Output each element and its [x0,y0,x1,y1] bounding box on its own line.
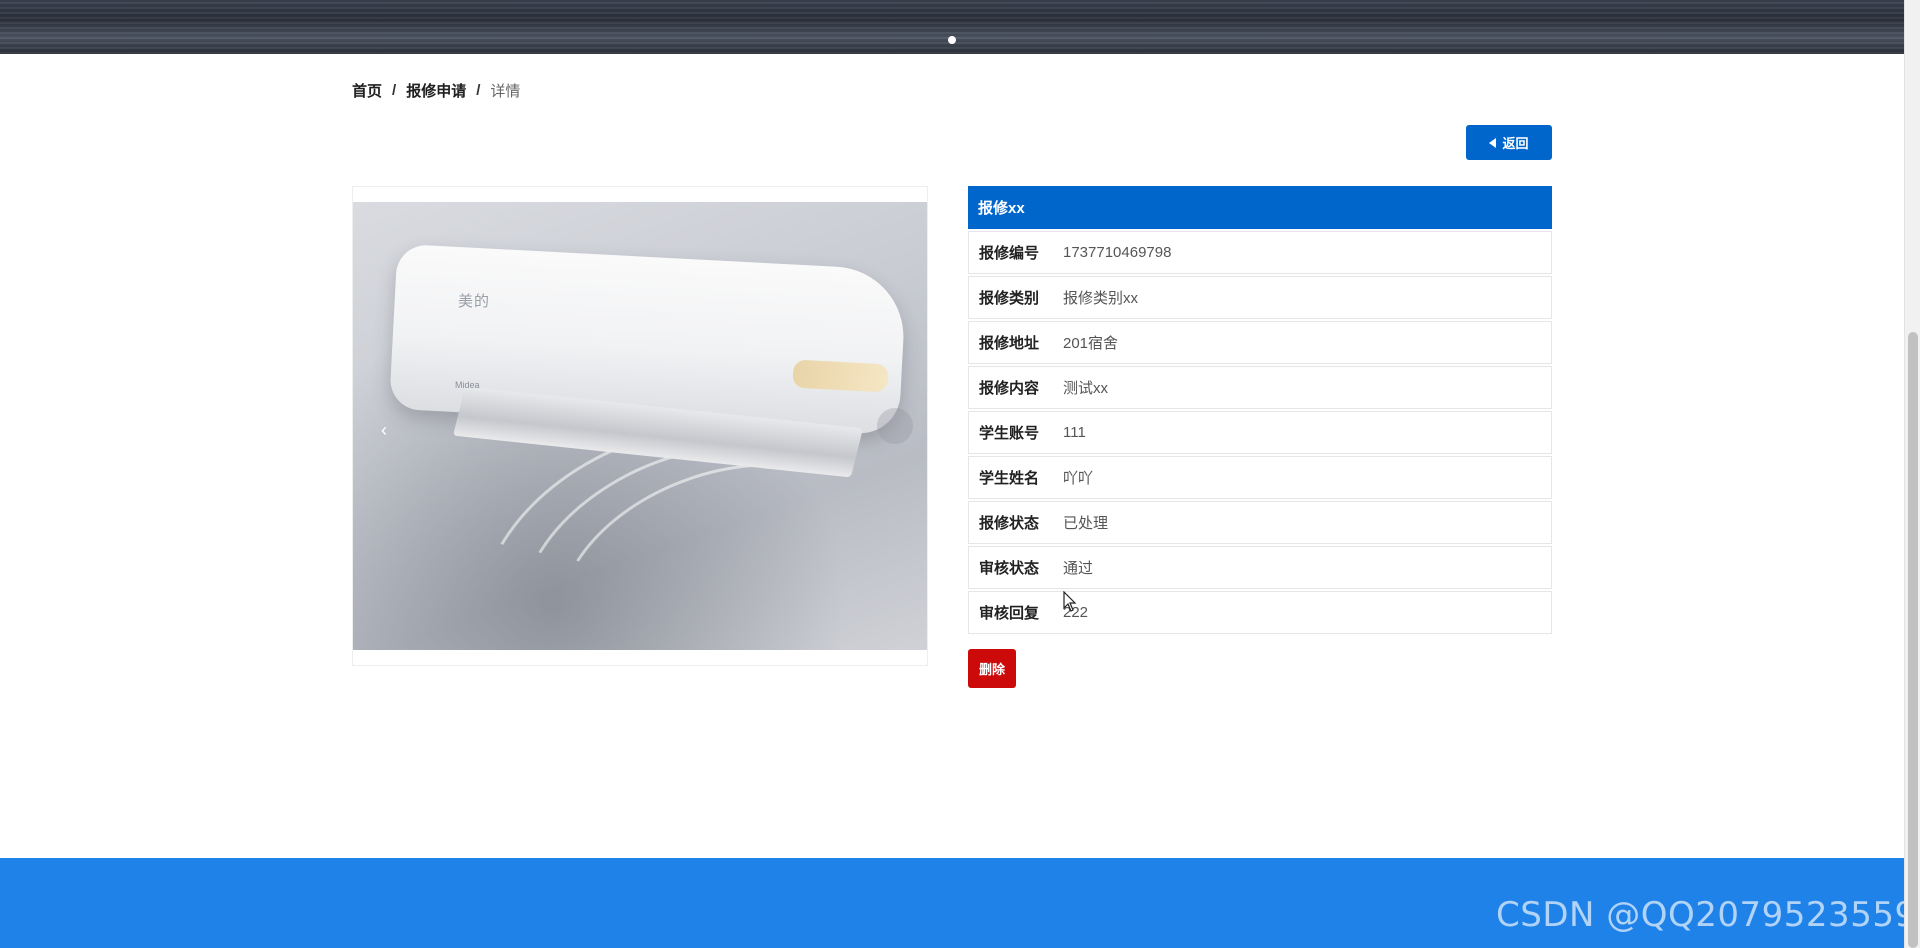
delete-button[interactable]: 删除 [968,649,1016,688]
air-conditioner-accent [792,359,889,393]
detail-label: 报修编号 [979,245,1040,262]
detail-label: 审核状态 [979,560,1040,577]
page: 首页 / 报修申请 / 详情 返回 美的 Midea ‹ 报修xx 报修编号 1… [0,0,1920,948]
detail-value: 测试xx [1063,380,1109,397]
detail-value: 已处理 [1063,515,1109,532]
product-logo: 美的 [458,293,491,310]
detail-row-repair-address: 报修地址 201宿舍 [968,321,1552,364]
detail-row-student-account: 学生账号 111 [968,411,1552,454]
caret-left-icon [1489,137,1497,148]
breadcrumb-separator: / [392,82,397,99]
detail-label: 学生账号 [979,425,1040,442]
page-scrollbar[interactable] [1904,0,1920,948]
breadcrumb-home[interactable]: 首页 [352,80,382,101]
brand-mark: Midea [455,380,480,390]
banner-slide-dot[interactable] [948,36,956,44]
detail-label: 报修内容 [979,380,1040,397]
breadcrumb-current: 详情 [490,83,521,100]
detail-value: 1737710469798 [1063,244,1172,261]
detail-label: 审核回复 [979,605,1040,622]
breadcrumb-separator: / [476,82,481,99]
back-button-label: 返回 [1502,136,1529,151]
repair-item-photo: 美的 Midea ‹ [353,202,927,650]
detail-row-repair-status: 报修状态 已处理 [968,501,1552,544]
detail-value: 吖吖 [1063,470,1094,487]
detail-row-repair-number: 报修编号 1737710469798 [968,231,1552,274]
detail-value: 通过 [1063,560,1094,577]
image-carousel: 美的 Midea ‹ [352,186,928,666]
scrollbar-thumb[interactable] [1908,332,1918,948]
detail-row-repair-content: 报修内容 测试xx [968,366,1552,409]
detail-value: 报修类别xx [1063,290,1139,307]
detail-value: 111 [1063,424,1086,441]
breadcrumb-repair-request[interactable]: 报修申请 [406,80,466,101]
mouse-cursor-icon [1063,591,1077,612]
detail-value: 201宿舍 [1063,335,1119,352]
detail-title: 报修xx [968,186,1552,229]
breadcrumb: 首页 / 报修申请 / 详情 [352,80,520,101]
carousel-next-button[interactable] [877,408,913,444]
detail-row-review-reply: 审核回复 222 [968,591,1552,634]
detail-row-review-status: 审核状态 通过 [968,546,1552,589]
detail-label: 报修地址 [979,335,1040,352]
chevron-left-icon[interactable]: ‹ [381,420,387,441]
back-button[interactable]: 返回 [1466,125,1552,160]
detail-row-student-name: 学生姓名 吖吖 [968,456,1552,499]
repair-detail-panel: 报修xx 报修编号 1737710469798 报修类别 报修类别xx 报修地址… [968,186,1552,634]
detail-row-repair-category: 报修类别 报修类别xx [968,276,1552,319]
top-banner [0,0,1904,54]
detail-label: 报修状态 [979,515,1040,532]
watermark: CSDN @QQ2079523559 [1496,895,1917,935]
detail-label: 学生姓名 [979,470,1040,487]
detail-label: 报修类别 [979,290,1040,307]
